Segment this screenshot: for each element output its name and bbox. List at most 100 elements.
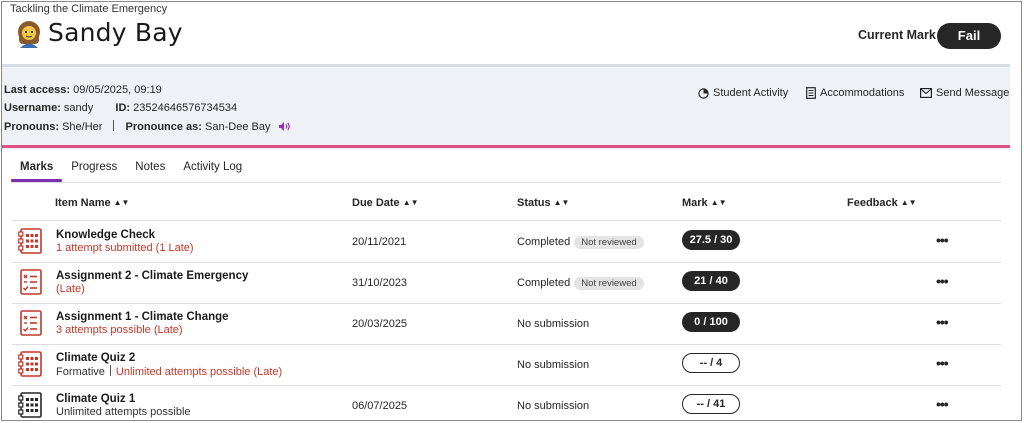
table-row[interactable]: Knowledge Check 1 attempt submitted (1 L… <box>12 221 1001 263</box>
envelope-icon <box>920 88 932 98</box>
test-icon <box>18 351 42 377</box>
item-title[interactable]: Assignment 2 - Climate Emergency <box>56 270 248 282</box>
formative-label: Formative <box>56 366 105 378</box>
student-activity-label: Student Activity <box>713 87 789 99</box>
assignment-icon <box>20 269 42 295</box>
status-text: No submission <box>517 359 590 371</box>
mark-pill[interactable]: 27.5 / 30 <box>682 230 740 250</box>
sort-icon: ▲▼ <box>553 198 570 207</box>
late-note[interactable]: (Late) <box>56 283 85 295</box>
pronounce-label: Pronounce as: <box>125 121 202 133</box>
pronouns-value: She/Her <box>62 121 103 133</box>
status-text: Completed <box>517 236 571 248</box>
accommodations-button[interactable]: Accommodations <box>806 87 904 99</box>
item-subtitle: 3 attempts possible (Late) <box>56 324 183 336</box>
username-label: Username: <box>4 102 61 114</box>
status-cell: No submission <box>517 318 589 330</box>
username-value: sandy <box>63 102 94 114</box>
username-row: Username: sandy ID: 23524646576734534 <box>4 102 237 114</box>
tab-progress[interactable]: Progress <box>62 160 126 182</box>
mark-pill[interactable]: -- / 41 <box>682 394 740 414</box>
item-title[interactable]: Knowledge Check <box>56 229 155 241</box>
table-row[interactable]: Assignment 1 - Climate Change 3 attempts… <box>12 303 1001 345</box>
sort-icon: ▲▼ <box>710 198 727 207</box>
item-title[interactable]: Assignment 1 - Climate Change <box>56 311 229 323</box>
item-title[interactable]: Climate Quiz 1 <box>56 393 135 405</box>
status-cell: Completed Not reviewed <box>517 277 644 290</box>
header-status-label: Status <box>517 197 551 209</box>
course-title: Tackling the Climate Emergency <box>10 3 168 15</box>
due-date: 20/11/2021 <box>352 236 407 248</box>
sort-icon: ▲▼ <box>402 198 419 207</box>
header-mark-label: Mark <box>682 197 708 209</box>
header-feedback-label: Feedback <box>847 197 898 209</box>
id-value: 23524646576734534 <box>133 102 238 114</box>
status-text: No submission <box>517 318 590 330</box>
sort-icon: ▲▼ <box>900 198 917 207</box>
avatar[interactable] <box>15 20 43 48</box>
send-message-label: Send Message <box>936 87 1010 99</box>
due-date: 06/07/2025 <box>352 400 408 412</box>
more-options-icon[interactable]: ••• <box>936 355 949 371</box>
status-badge: Not reviewed <box>574 236 644 249</box>
document-icon <box>806 87 816 99</box>
header-item-name[interactable]: Item Name ▲▼ <box>55 197 129 209</box>
item-subtitle: Unlimited attempts possible <box>56 406 191 418</box>
status-text: Completed <box>517 277 571 289</box>
current-mark-label: Current Mark <box>858 28 936 42</box>
assignment-icon <box>20 310 42 336</box>
id-label: ID: <box>115 102 131 114</box>
mark-pill[interactable]: 21 / 40 <box>682 271 740 291</box>
status-cell: Completed Not reviewed <box>517 236 644 249</box>
mark-pill[interactable]: -- / 4 <box>682 353 740 373</box>
table-row[interactable]: Climate Quiz 2 Formative Unlimited attemp… <box>12 344 1001 386</box>
late-note[interactable]: 1 attempt submitted (1 Late) <box>56 242 194 254</box>
student-overview-panel: Tackling the Climate Emergency Sandy Bay… <box>1 1 1022 421</box>
item-subtitle: (Late) <box>56 283 85 295</box>
header-status[interactable]: Status ▲▼ <box>517 197 569 209</box>
tab-marks[interactable]: Marks <box>11 160 63 182</box>
item-title[interactable]: Climate Quiz 2 <box>56 352 135 364</box>
current-mark-badge[interactable]: Fail <box>937 23 1001 49</box>
last-access-label: Last access: <box>4 84 71 96</box>
more-options-icon[interactable]: ••• <box>936 273 949 289</box>
late-note[interactable]: 3 attempts possible (Late) <box>56 324 183 336</box>
table-row[interactable]: Climate Quiz 1 Unlimited attempts possib… <box>12 385 1001 420</box>
status-cell: No submission <box>517 359 589 371</box>
more-options-icon[interactable]: ••• <box>936 232 949 248</box>
separator <box>109 365 111 376</box>
separator <box>113 120 115 131</box>
due-date: 31/10/2023 <box>352 277 408 289</box>
pronouns-row: Pronouns: She/Her Pronounce as: San-Dee … <box>4 120 291 133</box>
more-options-icon[interactable]: ••• <box>936 396 949 412</box>
tab-notes[interactable]: Notes <box>126 160 174 182</box>
more-options-icon[interactable]: ••• <box>936 314 949 330</box>
tab-activity-log[interactable]: Activity Log <box>174 160 251 182</box>
tab-bar: Marks Progress Notes Activity Log <box>11 160 251 182</box>
pronounce-value: San-Dee Bay <box>205 121 271 133</box>
status-text: No submission <box>517 400 590 412</box>
item-subtitle: 1 attempt submitted (1 Late) <box>56 242 194 254</box>
item-subtitle: Formative Unlimited attempts possible (La… <box>56 365 282 378</box>
student-name: Sandy Bay <box>48 18 183 47</box>
sort-icon: ▲▼ <box>113 198 130 207</box>
table-row[interactable]: Assignment 2 - Climate Emergency (Late) … <box>12 262 1001 304</box>
test-icon <box>18 228 42 254</box>
status-cell: No submission <box>517 400 589 412</box>
header-mark[interactable]: Mark ▲▼ <box>682 197 727 209</box>
send-message-button[interactable]: Send Message <box>920 87 1009 99</box>
header-divider <box>2 145 1010 148</box>
test-icon <box>18 392 42 418</box>
last-access-row: Last access: 09/05/2025, 09:19 <box>4 84 162 96</box>
last-access-value: 09/05/2025, 09:19 <box>73 84 162 96</box>
header-item-name-label: Item Name <box>55 197 111 209</box>
status-badge: Not reviewed <box>574 277 644 290</box>
header-due-date[interactable]: Due Date ▲▼ <box>352 197 419 209</box>
mark-pill[interactable]: 0 / 100 <box>682 312 740 332</box>
header-feedback[interactable]: Feedback ▲▼ <box>847 197 917 209</box>
clock-icon <box>698 87 709 99</box>
late-note[interactable]: Unlimited attempts possible (Late) <box>116 366 282 378</box>
student-activity-button[interactable]: Student Activity <box>698 87 788 99</box>
speaker-icon[interactable] <box>278 121 291 132</box>
due-date: 20/03/2025 <box>352 318 408 330</box>
